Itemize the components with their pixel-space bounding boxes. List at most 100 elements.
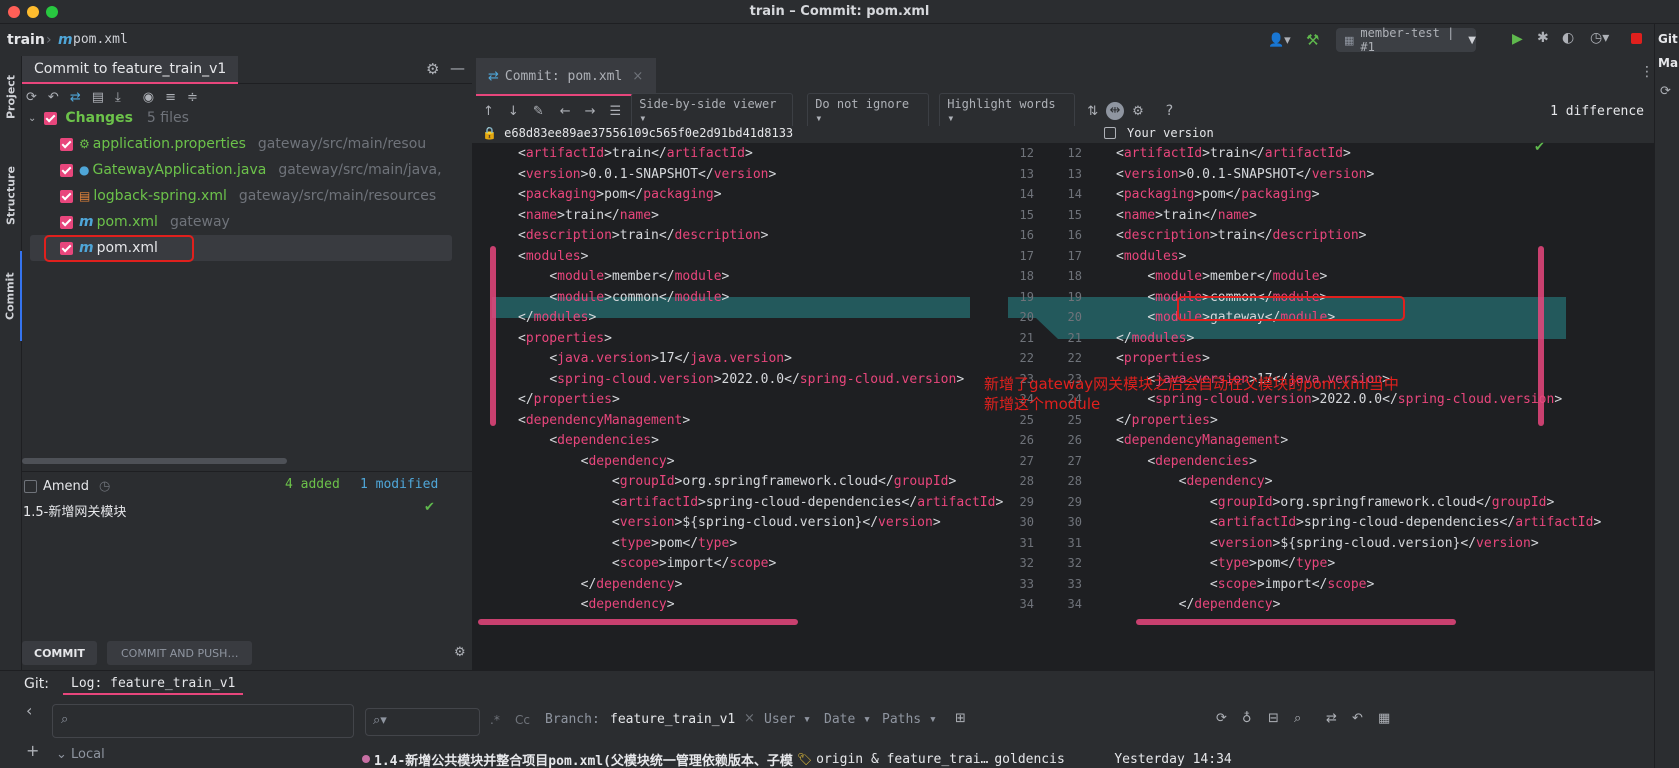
- commit-and-push-button[interactable]: COMMIT AND PUSH…: [107, 641, 253, 665]
- right-header-checkbox[interactable]: [1104, 127, 1116, 139]
- highlight-select[interactable]: Highlight words ▾: [939, 93, 1076, 129]
- build-hammer-icon[interactable]: ⚒: [1306, 31, 1319, 49]
- undo-icon[interactable]: ↶: [1352, 711, 1363, 726]
- list-icon[interactable]: ☰: [610, 105, 622, 118]
- code-line: <artifactId>train</artifactId>: [518, 146, 753, 161]
- date-filter[interactable]: Date ▾: [824, 712, 871, 727]
- diff-tab-bar: ⇄ Commit: pom.xml ×: [472, 56, 1654, 96]
- shelve-icon[interactable]: ⤓: [115, 91, 121, 104]
- branch-filter-value[interactable]: feature_train_v1: [610, 712, 735, 727]
- match-case-icon[interactable]: Cc: [515, 713, 530, 727]
- changes-checkbox[interactable]: [44, 111, 58, 125]
- commit-button[interactable]: COMMIT: [22, 641, 97, 665]
- file-checkbox[interactable]: [60, 163, 73, 177]
- line-number: 27: [1067, 453, 1082, 468]
- branch-search-input[interactable]: ⌕: [52, 704, 354, 738]
- user-menu-icon[interactable]: 👤▾: [1268, 33, 1291, 48]
- layout-icon[interactable]: ⊟: [1268, 711, 1279, 726]
- prev-diff-icon[interactable]: ↑: [483, 105, 494, 118]
- rollback-icon[interactable]: ↶: [48, 91, 59, 104]
- list-item[interactable]: ⚙ application.properties gateway/src/mai…: [60, 131, 500, 157]
- file-checkbox[interactable]: [60, 215, 73, 229]
- new-tab-icon[interactable]: ⊞: [955, 711, 966, 726]
- line-number: 29: [1067, 494, 1082, 509]
- help-icon[interactable]: ?: [1166, 103, 1173, 119]
- file-checkbox[interactable]: [60, 137, 73, 151]
- coverage-icon[interactable]: ◐: [1562, 30, 1574, 46]
- refresh-icon[interactable]: ⟳: [26, 91, 37, 104]
- maven-tool-tab[interactable]: Ma: [1658, 56, 1678, 70]
- collapse-unchanged-icon[interactable]: ⇅: [1087, 105, 1098, 118]
- cherry-pick-icon[interactable]: ♁: [1242, 711, 1252, 726]
- tab-structure[interactable]: Structure: [0, 151, 22, 241]
- show-diff-icon[interactable]: ⇄: [70, 91, 81, 104]
- run-icon[interactable]: ▶: [1512, 31, 1523, 47]
- close-tab-icon[interactable]: ×: [632, 69, 643, 84]
- forward-icon[interactable]: →: [585, 105, 596, 118]
- more-vert-icon[interactable]: ⋮: [1640, 64, 1654, 80]
- expand-all-icon[interactable]: ≡: [165, 91, 176, 104]
- line-number: 27: [1019, 453, 1034, 468]
- commit-message-field[interactable]: 1.5-新增网关模块 ✔: [22, 496, 472, 641]
- line-number: 22: [1019, 351, 1034, 365]
- add-icon[interactable]: +: [26, 741, 39, 760]
- horizontal-scrollbar[interactable]: [22, 458, 287, 464]
- left-code-pane[interactable]: <artifactId>train</artifactId> <version>0…: [472, 143, 1008, 623]
- search-icon[interactable]: ⌕: [1294, 711, 1301, 726]
- file-checkbox[interactable]: [60, 189, 73, 203]
- line-number: 14: [1067, 187, 1082, 201]
- check-icon: ✔: [1534, 140, 1545, 155]
- git-tool-tab[interactable]: Git: [1658, 32, 1678, 46]
- code-line: <type>pom</type>: [1209, 556, 1336, 571]
- log-search-input[interactable]: ⌕▾: [365, 708, 480, 736]
- back-icon[interactable]: ←: [560, 105, 571, 118]
- list-item[interactable]: ● GatewayApplication.java gateway/src/ma…: [60, 157, 500, 183]
- profile-icon[interactable]: ◷▾: [1590, 30, 1609, 46]
- sync-scroll-icon[interactable]: ⇹: [1106, 102, 1125, 120]
- collapse-all-icon[interactable]: ≑: [187, 91, 198, 104]
- ignore-select[interactable]: Do not ignore ▾: [807, 93, 930, 129]
- eye-icon[interactable]: ◉: [143, 91, 154, 104]
- list-item[interactable]: ▤ logback-spring.xml gateway/src/main/re…: [60, 183, 500, 209]
- grid-icon[interactable]: ▦: [1378, 711, 1390, 726]
- changes-group[interactable]: ⌄ Changes 5 files: [28, 105, 468, 131]
- table-row[interactable]: 1.4-新增公共模块并整合项目pom.xml(父模块统一管理依赖版本、子模 🏷 …: [362, 749, 1652, 768]
- line-number: 33: [1019, 576, 1034, 591]
- left-horizontal-scrollbar[interactable]: [478, 619, 798, 625]
- tab-project[interactable]: Project: [0, 62, 22, 132]
- debug-icon[interactable]: ✱: [1537, 30, 1549, 46]
- minimize-icon[interactable]: —: [450, 61, 465, 76]
- tab-log[interactable]: Log: feature_train_v1: [63, 674, 244, 695]
- next-diff-icon[interactable]: ↓: [508, 105, 519, 118]
- line-number: 18: [1067, 269, 1082, 283]
- commit-tab[interactable]: Commit to feature_train_v1: [22, 56, 239, 84]
- chevron-down-icon: ⌄: [28, 112, 37, 124]
- stop-icon[interactable]: [1631, 33, 1642, 44]
- breadcrumb-project[interactable]: train: [7, 32, 45, 48]
- gear-icon[interactable]: ⚙: [454, 646, 466, 659]
- user-filter[interactable]: User ▾: [764, 712, 811, 727]
- code-line: <artifactId>spring-cloud-dependencies</a…: [611, 494, 1004, 510]
- diff-icon[interactable]: ⇄: [1326, 711, 1337, 726]
- amend-checkbox[interactable]: [24, 479, 37, 493]
- edit-icon[interactable]: ✎: [533, 105, 544, 118]
- regex-icon[interactable]: .*: [490, 713, 500, 727]
- list-item[interactable]: m pom.xml gateway: [60, 209, 500, 235]
- right-horizontal-scrollbar[interactable]: [1136, 619, 1456, 625]
- changelist-icon[interactable]: ▤: [92, 91, 104, 104]
- refresh-icon[interactable]: ⟳: [1216, 711, 1227, 726]
- refresh-icon[interactable]: ⟳: [1660, 84, 1671, 99]
- settings-icon[interactable]: ⚙: [1132, 105, 1144, 118]
- breadcrumb-file[interactable]: pom.xml: [73, 32, 128, 47]
- paths-filter[interactable]: Paths ▾: [882, 712, 937, 727]
- gear-icon[interactable]: ⚙: [426, 62, 439, 77]
- viewer-select[interactable]: Side-by-side viewer ▾: [631, 93, 794, 129]
- close-icon[interactable]: ×: [744, 711, 755, 726]
- diff-icon: ⇄: [488, 68, 499, 84]
- chevron-left-icon[interactable]: ‹: [26, 701, 32, 720]
- diff-tab[interactable]: ⇄ Commit: pom.xml ×: [476, 58, 656, 96]
- tab-commit[interactable]: Commit: [0, 251, 22, 341]
- history-icon[interactable]: ◷: [99, 479, 110, 494]
- local-branches[interactable]: ⌄ Local: [56, 747, 105, 762]
- run-config-select[interactable]: ▦ member-test | #1 ▼: [1336, 26, 1476, 54]
